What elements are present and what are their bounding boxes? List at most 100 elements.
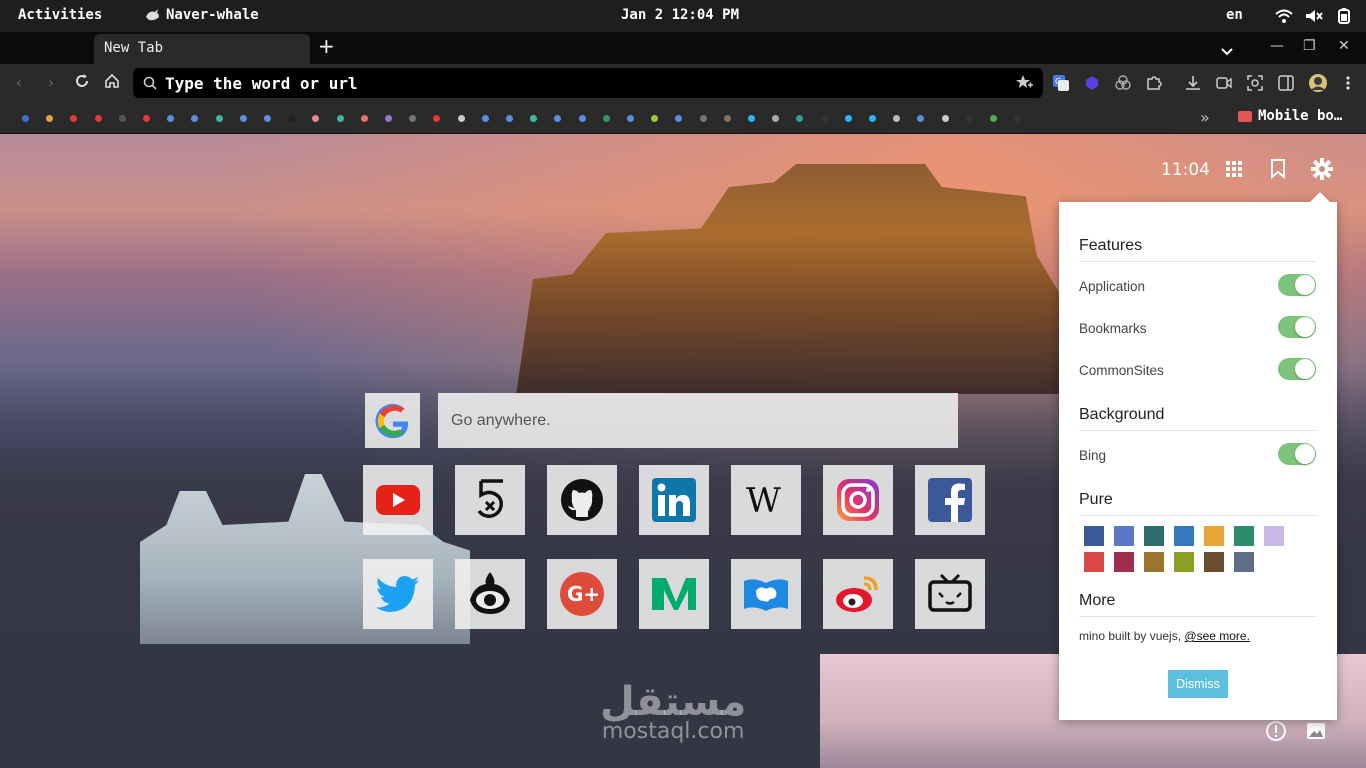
color-swatch[interactable] <box>1084 526 1104 546</box>
translate-extension-icon[interactable]: G <box>1051 73 1071 93</box>
color-swatch[interactable] <box>1144 526 1164 546</box>
reload-icon[interactable] <box>72 73 92 93</box>
tile-linkedin[interactable] <box>639 465 709 535</box>
bookmark-favicon[interactable] <box>699 115 707 122</box>
tile-instagram[interactable] <box>823 465 893 535</box>
language-indicator[interactable]: en <box>1226 7 1243 23</box>
search-input[interactable] <box>438 393 958 448</box>
circles-extension-icon[interactable] <box>1113 73 1133 93</box>
color-swatch[interactable] <box>1114 526 1134 546</box>
bookmark-favicon[interactable] <box>820 115 828 122</box>
bookmark-favicon[interactable] <box>457 115 465 122</box>
bookmark-favicon[interactable] <box>264 115 271 122</box>
tile-facebook[interactable] <box>915 465 985 535</box>
menu-kebab-icon[interactable] <box>1338 73 1358 93</box>
application-toggle[interactable] <box>1278 274 1316 296</box>
color-swatch[interactable] <box>1084 552 1104 572</box>
tile-google-plus[interactable]: G+ <box>547 559 617 629</box>
system-status-area[interactable] <box>1274 6 1354 26</box>
tile-weibo[interactable] <box>823 559 893 629</box>
tile-medium[interactable] <box>639 559 709 629</box>
bookmarks-overflow-icon[interactable]: » <box>1200 108 1210 127</box>
bookmark-favicon[interactable] <box>409 115 417 122</box>
bookmark-favicon[interactable] <box>143 115 150 122</box>
bookmark-favicon[interactable] <box>506 115 513 122</box>
capture-icon[interactable] <box>1245 73 1265 93</box>
color-swatch[interactable] <box>1174 552 1194 572</box>
tile-500px[interactable] <box>455 465 525 535</box>
bookmark-icon[interactable] <box>1267 158 1289 180</box>
download-icon[interactable] <box>1183 73 1203 93</box>
color-swatch[interactable] <box>1234 552 1254 572</box>
bookmark-favicon[interactable] <box>869 115 876 122</box>
tab-new-tab[interactable]: New Tab <box>94 34 310 64</box>
bookmark-favicon[interactable] <box>1014 115 1022 122</box>
see-more-link[interactable]: @see more. <box>1184 629 1250 643</box>
bookmark-favicon[interactable] <box>578 115 586 122</box>
bookmark-favicon[interactable] <box>288 115 296 122</box>
bookmark-favicon[interactable] <box>941 115 949 122</box>
bookmark-favicon[interactable] <box>627 115 634 122</box>
restore-icon[interactable]: ❐ <box>1303 38 1316 54</box>
address-input[interactable] <box>165 72 1005 94</box>
color-swatch[interactable] <box>1174 526 1194 546</box>
dismiss-button[interactable]: Dismiss <box>1168 670 1228 698</box>
app-menu[interactable]: Naver-whale <box>145 7 259 23</box>
close-window-icon[interactable]: ✕ <box>1338 38 1350 54</box>
tile-eye-site[interactable] <box>455 559 525 629</box>
new-tab-button[interactable]: + <box>318 36 335 56</box>
bing-toggle[interactable] <box>1278 443 1316 465</box>
bookmark-favicon[interactable] <box>651 115 659 122</box>
color-swatch[interactable] <box>1204 526 1224 546</box>
bookmark-favicon[interactable] <box>796 115 804 122</box>
info-icon[interactable] <box>1265 720 1287 742</box>
bookmark-favicon[interactable] <box>602 115 610 122</box>
bookmark-favicon[interactable] <box>215 115 223 122</box>
bookmark-favicon[interactable] <box>239 115 247 122</box>
address-bar[interactable] <box>133 68 1043 98</box>
bookmark-favicon[interactable] <box>748 115 755 122</box>
tile-youtube[interactable] <box>363 465 433 535</box>
tile-evernote[interactable] <box>731 559 801 629</box>
bookmark-favicon[interactable] <box>191 115 199 122</box>
system-clock[interactable]: Jan 2 12:04 PM <box>621 7 739 23</box>
bookmark-favicon[interactable] <box>433 115 441 122</box>
bookmark-favicon[interactable] <box>385 115 392 122</box>
color-swatch[interactable] <box>1114 552 1134 572</box>
bookmark-folder-mobile[interactable]: Mobile bo… <box>1238 108 1342 124</box>
color-swatch[interactable] <box>1264 526 1284 546</box>
forward-arrow-icon[interactable]: › <box>41 73 61 93</box>
bookmark-favicon[interactable] <box>530 115 538 122</box>
bookmark-favicon[interactable] <box>965 115 973 122</box>
tile-github[interactable] <box>547 465 617 535</box>
bookmark-favicon[interactable] <box>723 115 731 122</box>
profile-avatar[interactable] <box>1308 73 1328 93</box>
bookmark-favicon[interactable] <box>22 115 29 122</box>
search-engine-google-button[interactable] <box>365 393 420 448</box>
bookmark-favicon[interactable] <box>481 115 489 122</box>
back-arrow-icon[interactable]: ‹ <box>9 73 29 93</box>
bookmark-favicon[interactable] <box>360 115 368 122</box>
bookmark-favicon[interactable] <box>554 115 562 122</box>
tile-bilibili[interactable] <box>915 559 985 629</box>
tile-twitter[interactable] <box>363 559 433 629</box>
bookmark-favicon[interactable] <box>118 115 126 122</box>
bookmark-favicon[interactable] <box>844 115 852 122</box>
tab-search-chevron-icon[interactable] <box>1220 42 1234 61</box>
bookmarks-toggle[interactable] <box>1278 316 1316 338</box>
bookmark-favicon[interactable] <box>772 115 780 122</box>
color-swatch[interactable] <box>1144 552 1164 572</box>
bookmark-favicon[interactable] <box>675 115 683 122</box>
bookmark-favicon[interactable] <box>167 115 175 122</box>
bookmark-favicon[interactable] <box>917 115 925 122</box>
bookmark-favicon[interactable] <box>893 115 901 122</box>
bookmark-favicon[interactable] <box>336 115 344 122</box>
gear-icon[interactable] <box>1311 158 1333 180</box>
puzzle-extensions-icon[interactable] <box>1144 73 1164 93</box>
color-swatch[interactable] <box>1234 526 1254 546</box>
video-icon[interactable] <box>1214 73 1234 93</box>
bookmark-favicon[interactable] <box>312 115 320 122</box>
image-icon[interactable] <box>1305 720 1327 742</box>
bookmark-favicon[interactable] <box>70 115 78 122</box>
bookmark-favicon[interactable] <box>990 115 997 122</box>
